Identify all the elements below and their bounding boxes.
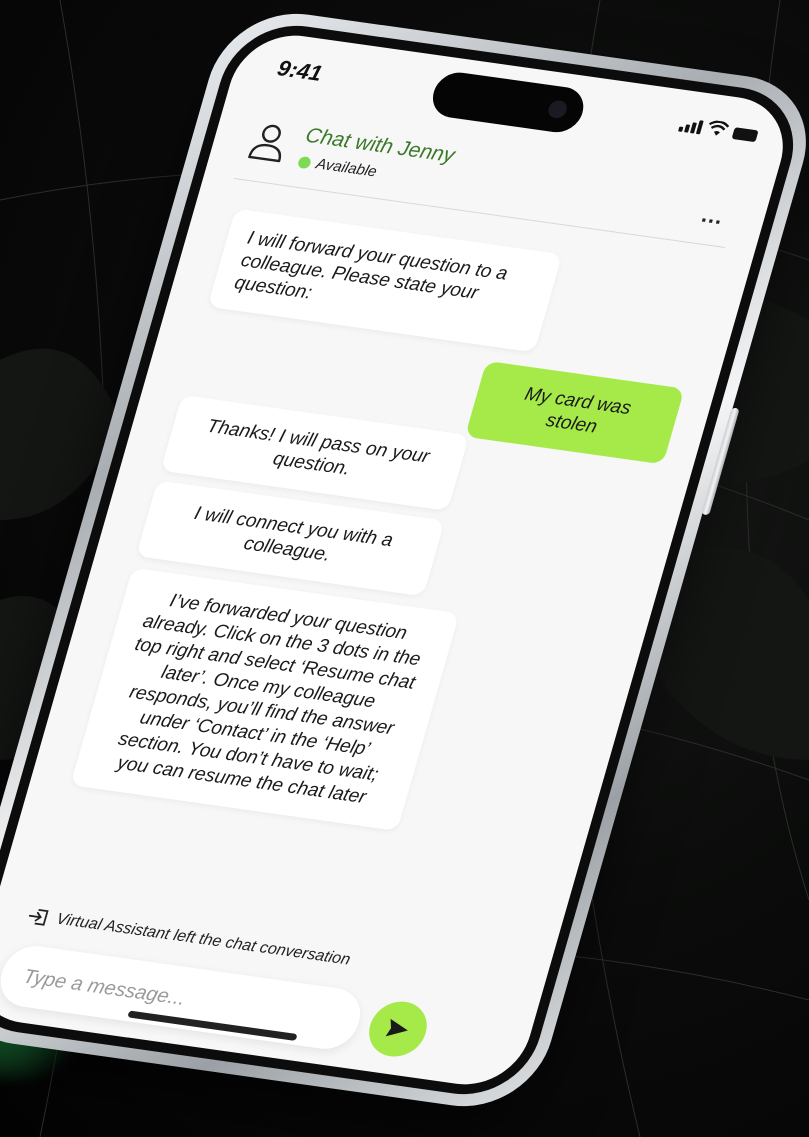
battery-icon xyxy=(731,127,759,143)
status-icons xyxy=(678,116,760,143)
user-outline-icon xyxy=(248,124,282,163)
bot-message: I’ve forwarded your question already. Cl… xyxy=(70,567,460,832)
user-message: My card was stolen xyxy=(464,360,685,465)
message-input[interactable] xyxy=(16,956,349,1041)
send-icon xyxy=(385,1018,408,1037)
send-button[interactable] xyxy=(362,997,434,1061)
online-dot-icon xyxy=(296,155,313,169)
status-time: 9:41 xyxy=(274,55,326,86)
availability-label: Available xyxy=(314,155,379,181)
bot-message: I will forward your question to a collea… xyxy=(207,208,563,353)
signal-icon xyxy=(678,118,704,135)
background-scene: 9:41 Chat with Jenny Available ... I wil… xyxy=(0,0,809,1137)
exit-icon xyxy=(28,909,49,926)
front-camera xyxy=(546,99,570,120)
more-options-icon[interactable]: ... xyxy=(699,202,727,230)
wifi-icon xyxy=(709,120,730,136)
availability-status: Available xyxy=(296,153,379,180)
dynamic-island xyxy=(427,69,589,136)
